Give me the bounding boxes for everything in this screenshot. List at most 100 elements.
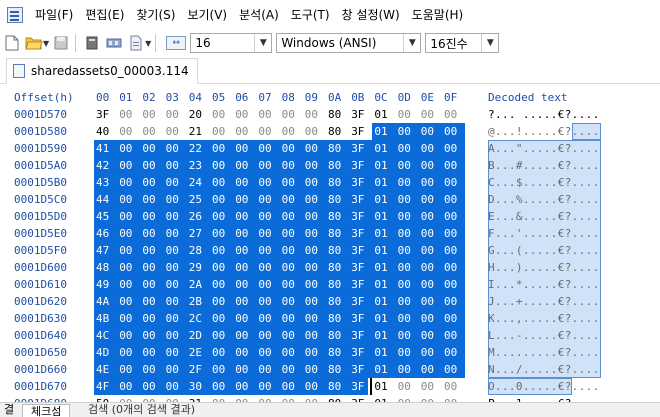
hex-byte[interactable]: 3F [351,293,374,310]
hex-byte[interactable]: 00 [142,395,165,402]
hex-byte[interactable]: 40 [96,123,119,140]
hex-editor-view[interactable]: Offset(h) 00 01 02 03 04 05 06 07 08 09 0A 0B 0C 0D 0E 0… [0,84,660,402]
hex-byte[interactable]: 44 [96,191,119,208]
hex-byte[interactable]: 00 [305,123,328,140]
hex-byte[interactable]: 00 [142,361,165,378]
hex-byte[interactable]: 00 [421,378,444,395]
hex-byte[interactable]: 00 [258,395,281,402]
hex-byte[interactable]: 43 [96,174,119,191]
hex-byte[interactable]: 00 [142,327,165,344]
menu-analysis[interactable]: 분석(A) [233,0,285,30]
hex-byte[interactable]: 00 [212,361,235,378]
hex-row[interactable]: 0001D5E0 46 00 00 00 27 00 00 00 00 00 80 3F 01 00 00 00… [0,225,660,242]
hex-row[interactable]: 0001D5B0 43 00 00 00 24 00 00 00 00 00 80 3F 01 00 00 00… [0,174,660,191]
hex-byte[interactable]: 00 [282,106,305,123]
chevron-down-icon[interactable]: ▼ [254,34,271,52]
hex-byte[interactable]: 00 [119,276,142,293]
hex-byte[interactable]: 00 [235,225,258,242]
hex-byte[interactable]: 80 [328,191,351,208]
hex-byte[interactable]: 00 [166,395,189,402]
hex-byte[interactable]: 00 [421,242,444,259]
hex-byte[interactable]: 00 [398,310,421,327]
decoded-text[interactable]: L...-.....€?.... [488,327,600,344]
hex-byte[interactable]: 00 [119,140,142,157]
open-file-button[interactable] [24,33,44,53]
hex-byte[interactable]: 00 [142,310,165,327]
menu-view[interactable]: 보기(V) [181,0,233,30]
hex-byte[interactable]: 00 [212,123,235,140]
hex-byte[interactable]: 00 [282,344,305,361]
hex-byte[interactable]: 00 [444,242,467,259]
hex-byte[interactable]: 00 [166,106,189,123]
hex-byte[interactable]: 00 [166,344,189,361]
hex-byte[interactable]: 00 [166,123,189,140]
hex-byte[interactable]: 00 [142,225,165,242]
hex-byte[interactable]: 49 [96,276,119,293]
hex-byte[interactable]: 00 [305,293,328,310]
hex-byte[interactable]: 01 [374,395,397,402]
hex-byte[interactable]: 3F [351,140,374,157]
hex-byte[interactable]: 00 [305,140,328,157]
hex-byte[interactable]: 00 [166,259,189,276]
hex-byte[interactable]: 00 [235,242,258,259]
hex-byte[interactable]: 48 [96,259,119,276]
hex-byte[interactable]: 80 [328,327,351,344]
hex-byte[interactable]: 28 [189,242,212,259]
hex-byte[interactable]: 2D [189,327,212,344]
hex-byte[interactable]: 3F [351,174,374,191]
hex-byte[interactable]: 00 [444,140,467,157]
hex-byte[interactable]: 00 [282,310,305,327]
hex-byte[interactable]: 00 [235,310,258,327]
hex-byte[interactable]: 00 [258,174,281,191]
hex-byte[interactable]: 00 [421,395,444,402]
hex-byte[interactable]: 01 [374,361,397,378]
hex-byte[interactable]: 46 [96,225,119,242]
menu-file[interactable]: 파일(F) [29,0,79,30]
hex-byte[interactable]: 2E [189,344,212,361]
hex-byte[interactable]: 2C [189,310,212,327]
hex-byte[interactable]: 00 [282,378,305,395]
hex-byte[interactable]: 00 [444,123,467,140]
hex-byte[interactable]: 00 [119,361,142,378]
hex-row[interactable]: 0001D600 48 00 00 00 29 00 00 00 00 00 80 3F 01 00 00 00… [0,259,660,276]
hex-byte[interactable]: 00 [421,208,444,225]
hex-byte[interactable]: 00 [305,361,328,378]
hex-byte[interactable]: 20 [189,106,212,123]
hex-byte[interactable]: 00 [282,123,305,140]
hex-byte[interactable]: 3F [351,327,374,344]
hex-byte[interactable]: 00 [282,361,305,378]
hex-byte[interactable]: 00 [119,208,142,225]
hex-row[interactable]: 0001D630 4B 00 00 00 2C 00 00 00 00 00 80 3F 01 00 00 00… [0,310,660,327]
hex-byte[interactable]: 00 [235,293,258,310]
hex-byte[interactable]: 00 [444,310,467,327]
hex-byte[interactable]: 00 [212,140,235,157]
hex-byte[interactable]: 29 [189,259,212,276]
hex-byte[interactable]: 00 [142,276,165,293]
hex-byte[interactable]: 00 [235,361,258,378]
hex-byte[interactable]: 00 [212,344,235,361]
hex-byte[interactable]: 01 [374,191,397,208]
hex-byte[interactable]: 00 [258,140,281,157]
hex-byte[interactable]: 3F [351,106,374,123]
hex-byte[interactable]: 00 [258,344,281,361]
menu-edit[interactable]: 편집(E) [79,0,130,30]
number-base-select[interactable]: 16진수 ▼ [425,33,500,53]
hex-byte[interactable]: 22 [189,140,212,157]
process-dropdown-icon[interactable]: ▼ [145,39,151,48]
hex-byte[interactable]: 00 [212,174,235,191]
hex-byte[interactable]: 00 [398,242,421,259]
hex-byte[interactable]: 01 [374,174,397,191]
hex-byte[interactable]: 00 [305,157,328,174]
hex-byte[interactable]: 00 [119,259,142,276]
decoded-text[interactable]: I...*.....€?.... [488,276,600,293]
hex-byte[interactable]: 3F [351,276,374,293]
hex-byte[interactable]: 00 [235,106,258,123]
hex-byte[interactable]: 4E [96,361,119,378]
hex-byte[interactable]: 00 [166,293,189,310]
hex-byte[interactable]: 00 [258,157,281,174]
hex-byte[interactable]: 00 [212,293,235,310]
hex-byte[interactable]: 00 [282,395,305,402]
hex-byte[interactable]: 00 [421,157,444,174]
hex-byte[interactable]: 00 [282,293,305,310]
hex-byte[interactable]: 00 [282,174,305,191]
